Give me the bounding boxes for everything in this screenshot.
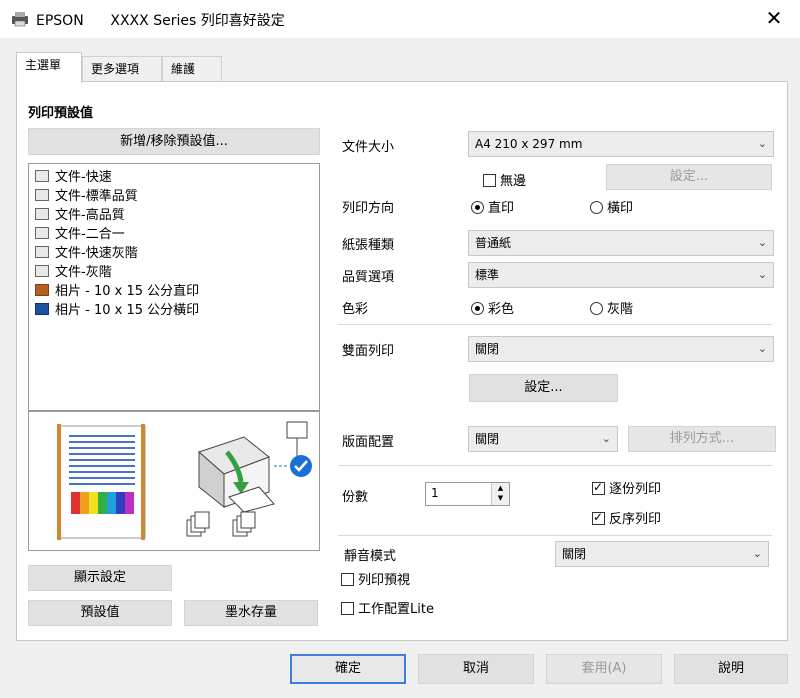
- duplex-select[interactable]: 關閉 ⌄: [468, 336, 774, 362]
- quality-select[interactable]: 標準 ⌄: [468, 262, 774, 288]
- list-item[interactable]: 文件-二合一: [35, 225, 125, 244]
- chevron-down-icon: ⌄: [752, 547, 762, 560]
- layout-label: 版面配置: [342, 435, 395, 450]
- tab-more-options[interactable]: 更多選項: [82, 56, 162, 82]
- divider: [338, 465, 772, 466]
- grayscale-radio[interactable]: 灰階: [590, 298, 633, 317]
- preset-list[interactable]: 文件-快速 文件-標準品質 文件-高品質 文件-二合一 文件-快速灰階 文件-灰…: [28, 163, 320, 411]
- tab-maintenance[interactable]: 維護: [162, 56, 222, 82]
- copies-value[interactable]: 1: [431, 486, 439, 500]
- checkbox-box: [592, 510, 605, 525]
- two-up-document-icon: [35, 227, 49, 239]
- chevron-down-icon: ⌄: [757, 137, 767, 150]
- list-item[interactable]: 相片 - 10 x 15 公分直印: [35, 282, 199, 301]
- list-item[interactable]: 文件-快速灰階: [35, 244, 138, 263]
- checkbox-box: [592, 480, 605, 495]
- color-radio[interactable]: 彩色: [471, 298, 514, 317]
- divider: [338, 324, 772, 325]
- copies-label: 份數: [342, 490, 369, 505]
- copies-stepper[interactable]: 1 ▲ ▼: [425, 482, 510, 506]
- duplex-settings-button[interactable]: 設定...: [469, 374, 618, 402]
- divider: [338, 535, 772, 536]
- orientation-label: 列印方向: [342, 201, 395, 216]
- add-remove-presets-button[interactable]: 新增/移除預設值...: [28, 128, 320, 155]
- quiet-mode-select[interactable]: 關閉 ⌄: [555, 541, 769, 567]
- photo-landscape-icon: [35, 303, 49, 315]
- checkbox-box: [341, 602, 354, 615]
- list-item[interactable]: 相片 - 10 x 15 公分橫印: [35, 301, 199, 320]
- radio-dot: [471, 201, 484, 214]
- chevron-down-icon: ⌄: [601, 432, 611, 445]
- window-title: EPSON XXXX Series 列印喜好設定: [36, 13, 285, 29]
- radio-dot: [590, 201, 603, 214]
- collate-checkbox[interactable]: 逐份列印: [592, 478, 661, 497]
- ink-levels-button[interactable]: 墨水存量: [184, 600, 318, 626]
- list-item[interactable]: 文件-標準品質: [35, 187, 138, 206]
- paper-size-select[interactable]: A4 210 x 297 mm ⌄: [468, 131, 774, 157]
- document-icon: [35, 246, 49, 258]
- printer-app-icon: [12, 12, 28, 27]
- document-icon: [35, 265, 49, 277]
- stepper-arrows-icon[interactable]: ▲ ▼: [491, 483, 509, 505]
- copies-stack-icon: [186, 511, 256, 537]
- paper-type-label: 紙張種類: [342, 238, 395, 253]
- document-icon: [35, 208, 49, 220]
- borderless-settings-button[interactable]: 設定...: [606, 164, 772, 190]
- print-preview-area: [28, 411, 320, 551]
- borderless-checkbox[interactable]: 無邊: [483, 170, 526, 189]
- portrait-radio[interactable]: 直印: [471, 197, 514, 216]
- chevron-down-icon: ⌄: [757, 342, 767, 355]
- quality-label: 品質選項: [342, 270, 395, 285]
- color-label: 色彩: [342, 302, 369, 317]
- document-icon: [35, 189, 49, 201]
- list-item[interactable]: 文件-灰階: [35, 263, 112, 282]
- apply-button[interactable]: 套用(A): [546, 654, 662, 684]
- layout-order-button[interactable]: 排列方式...: [628, 426, 776, 452]
- quiet-mode-label: 靜音模式: [344, 549, 397, 564]
- page-preview-icon: [57, 424, 146, 540]
- help-button[interactable]: 說明: [674, 654, 788, 684]
- presets-section-title: 列印預設值: [28, 106, 94, 121]
- print-preview-checkbox[interactable]: 列印預視: [341, 569, 410, 588]
- title-bar: EPSON XXXX Series 列印喜好設定 ✕: [0, 0, 800, 38]
- chevron-down-icon: ⌄: [757, 268, 767, 281]
- preview-illustration: [57, 421, 312, 540]
- show-settings-button[interactable]: 顯示設定: [28, 565, 172, 591]
- radio-dot: [590, 302, 603, 315]
- cancel-button[interactable]: 取消: [418, 654, 534, 684]
- reverse-order-checkbox[interactable]: 反序列印: [592, 508, 661, 527]
- close-icon[interactable]: ✕: [762, 6, 786, 30]
- defaults-button[interactable]: 預設值: [28, 600, 172, 626]
- paper-size-label: 文件大小: [342, 140, 395, 155]
- tab-main[interactable]: 主選單: [16, 52, 82, 83]
- chevron-down-icon: ⌄: [757, 236, 767, 249]
- radio-dot: [471, 302, 484, 315]
- job-arranger-checkbox[interactable]: 工作配置Lite: [341, 598, 434, 617]
- list-item[interactable]: 文件-快速: [35, 168, 112, 187]
- check-badge-icon: [290, 455, 312, 477]
- duplex-label: 雙面列印: [342, 344, 395, 359]
- checkbox-box: [483, 174, 496, 187]
- document-icon: [35, 170, 49, 182]
- ok-button[interactable]: 確定: [290, 654, 406, 684]
- list-item[interactable]: 文件-高品質: [35, 206, 125, 225]
- paper-type-select[interactable]: 普通紙 ⌄: [468, 230, 774, 256]
- landscape-radio[interactable]: 橫印: [590, 197, 633, 216]
- layout-select[interactable]: 關閉 ⌄: [468, 426, 618, 452]
- checkbox-box: [341, 573, 354, 586]
- photo-portrait-icon: [35, 284, 49, 296]
